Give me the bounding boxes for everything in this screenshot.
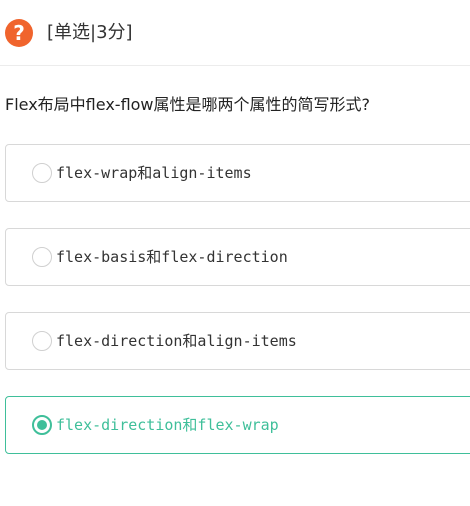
radio-button[interactable] (32, 163, 52, 183)
question-header: ? [单选|3分] (0, 0, 470, 66)
radio-button[interactable] (32, 247, 52, 267)
option-label: flex-wrap和align-items (56, 164, 252, 182)
option-4[interactable]: flex-direction和flex-wrap (5, 396, 470, 454)
question-type-label: [单选|3分] (47, 22, 133, 43)
option-label: flex-basis和flex-direction (56, 248, 288, 266)
radio-dot (37, 420, 47, 430)
option-2[interactable]: flex-basis和flex-direction (5, 228, 470, 286)
option-label: flex-direction和flex-wrap (56, 416, 279, 434)
radio-button-selected[interactable] (32, 415, 52, 435)
question-text: Flex布局中flex-flow属性是哪两个属性的简写形式? (5, 95, 371, 114)
option-label: flex-direction和align-items (56, 332, 297, 350)
radio-button[interactable] (32, 331, 52, 351)
option-1[interactable]: flex-wrap和align-items (5, 144, 470, 202)
option-3[interactable]: flex-direction和align-items (5, 312, 470, 370)
question-icon: ? (5, 19, 33, 47)
